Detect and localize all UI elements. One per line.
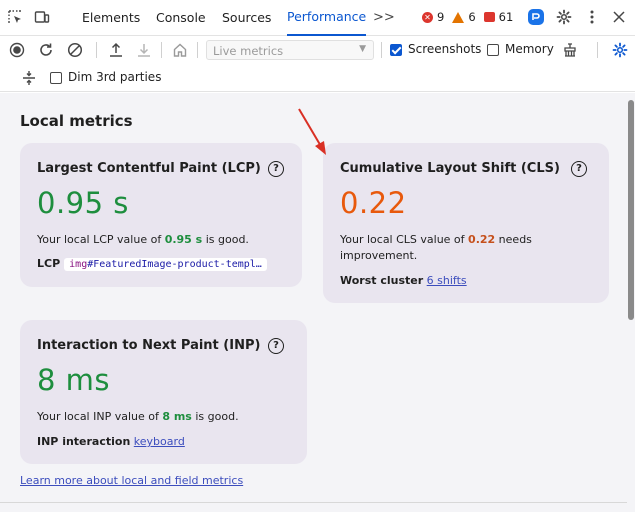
lcp-element: LCP img#FeaturedImage-product-templ… — [37, 257, 267, 271]
lcp-description: Your local LCP value of 0.95 s is good. — [37, 232, 249, 248]
help-icon[interactable]: ? — [268, 161, 284, 177]
screenshots-label: Screenshots — [408, 42, 482, 56]
inspect-element-icon[interactable] — [6, 8, 24, 26]
cls-desc-line2: improvement. — [340, 249, 418, 262]
footer-divider — [0, 502, 627, 503]
inp-desc-suffix: is good. — [191, 410, 239, 423]
issue-counters[interactable]: ✕ 9 6 61 — [422, 10, 513, 24]
section-title: Local metrics — [20, 112, 133, 130]
recording-select[interactable]: Live metrics ▼ — [206, 40, 374, 60]
tab-performance[interactable]: Performance — [287, 0, 367, 36]
warning-icon — [452, 11, 465, 23]
lcp-value: 0.95 s — [37, 186, 129, 220]
help-icon[interactable]: ? — [571, 161, 587, 177]
toolbar-divider — [597, 42, 598, 58]
kebab-menu-icon[interactable] — [583, 8, 601, 26]
garbage-collect-icon[interactable] — [561, 41, 579, 59]
device-toolbar-icon[interactable] — [33, 8, 51, 26]
cls-value: 0.22 — [340, 186, 407, 220]
lcp-card: Largest Contentful Paint (LCP) ? 0.95 s … — [20, 143, 302, 287]
lcp-element-node[interactable]: img#FeaturedImage-product-templ… — [64, 258, 267, 271]
tab-console[interactable]: Console — [156, 0, 206, 36]
screenshots-checkbox[interactable] — [390, 44, 402, 56]
inp-description: Your local INP value of 8 ms is good. — [37, 409, 239, 425]
error-icon: ✕ — [422, 11, 433, 23]
chevron-down-icon: ▼ — [359, 44, 366, 54]
cls-desc-suffix: needs — [495, 233, 532, 246]
devtools-tab-bar: Elements Console Sources Performance >> … — [0, 0, 635, 36]
home-icon[interactable] — [171, 41, 189, 59]
toolbar-divider — [197, 42, 198, 58]
toolbar-divider — [96, 42, 97, 58]
tab-elements[interactable]: Elements — [82, 0, 140, 36]
performance-toolbar-secondary: Dim 3rd parties — [0, 64, 635, 92]
cls-title: Cumulative Layout Shift (CLS) — [340, 161, 560, 176]
toolbar-divider — [161, 42, 162, 58]
lcp-element-key: LCP — [37, 257, 61, 270]
inp-desc-prefix: Your local INP value of — [37, 410, 163, 423]
lcp-desc-suffix: is good. — [202, 233, 249, 246]
clear-icon[interactable] — [66, 41, 84, 59]
warning-count: 6 — [468, 10, 476, 24]
lcp-element-selector: #FeaturedImage-product-templ… — [87, 259, 262, 270]
dim-3rd-parties-checkbox[interactable] — [50, 72, 62, 84]
lcp-desc-prefix: Your local LCP value of — [37, 233, 165, 246]
cls-card: Cumulative Layout Shift (CLS) ? 0.22 You… — [323, 143, 609, 303]
capture-settings-icon[interactable] — [611, 41, 629, 59]
dim-3rd-parties-label: Dim 3rd parties — [68, 70, 162, 84]
cls-desc-value: 0.22 — [468, 233, 496, 246]
learn-more-link[interactable]: Learn more about local and field metrics — [20, 474, 243, 487]
cls-description: Your local CLS value of 0.22 needs improv… — [340, 232, 532, 264]
scrollbar-thumb[interactable] — [628, 100, 634, 320]
performance-toolbar: Live metrics ▼ Screenshots Memory — [0, 36, 635, 64]
inp-interaction: INP interaction keyboard — [37, 435, 185, 448]
inp-card: Interaction to Next Paint (INP) ? 8 ms Y… — [20, 320, 307, 464]
inp-interaction-key: INP interaction — [37, 435, 131, 448]
recording-select-value: Live metrics — [213, 44, 284, 58]
more-tabs-chevron-icon[interactable]: >> — [373, 10, 395, 25]
memory-checkbox[interactable] — [487, 44, 499, 56]
lcp-title: Largest Contentful Paint (LCP) — [37, 161, 261, 176]
gear-icon[interactable] — [555, 8, 573, 26]
cls-worst-cluster-key: Worst cluster — [340, 274, 424, 287]
tab-sources[interactable]: Sources — [222, 0, 271, 36]
cls-shifts-link[interactable]: 6 shifts — [427, 274, 467, 287]
dim-icon — [20, 69, 38, 87]
cls-worst-cluster: Worst cluster 6 shifts — [340, 274, 467, 287]
inp-interaction-link[interactable]: keyboard — [134, 435, 185, 448]
cls-desc-prefix: Your local CLS value of — [340, 233, 469, 246]
extension-icon[interactable] — [527, 8, 545, 26]
lcp-element-tag: img — [69, 259, 88, 270]
upload-icon[interactable] — [107, 41, 125, 59]
error-count: 9 — [437, 10, 445, 24]
issues-count: 61 — [498, 10, 514, 24]
inp-title: Interaction to Next Paint (INP) — [37, 338, 261, 353]
memory-label: Memory — [505, 42, 554, 56]
close-icon[interactable] — [610, 8, 628, 26]
download-icon[interactable] — [135, 41, 153, 59]
record-icon[interactable] — [8, 41, 26, 59]
issues-icon — [483, 12, 495, 22]
reload-record-icon[interactable] — [37, 41, 55, 59]
toolbar-divider — [381, 42, 382, 58]
inp-value: 8 ms — [37, 363, 111, 397]
help-icon[interactable]: ? — [268, 338, 284, 354]
inp-desc-value: 8 ms — [162, 410, 192, 423]
lcp-desc-value: 0.95 s — [164, 233, 203, 246]
